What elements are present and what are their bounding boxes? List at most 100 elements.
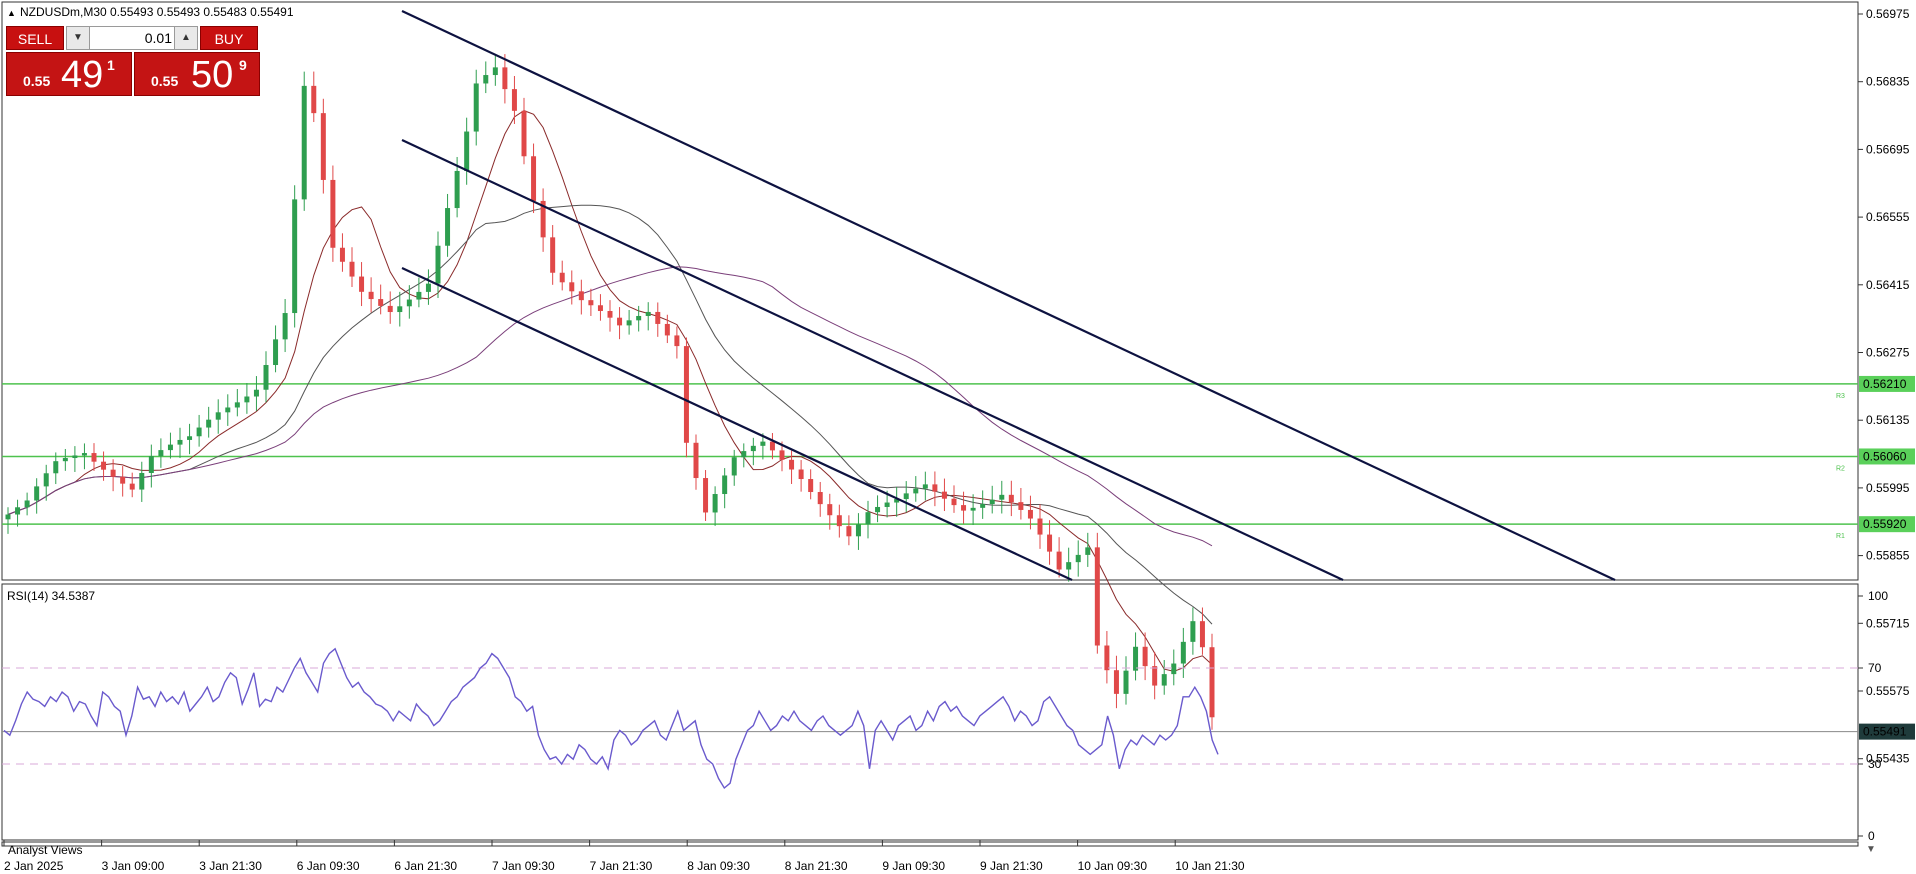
collapse-triangle-icon[interactable]: ▲ <box>7 8 16 18</box>
candle-body <box>43 473 49 487</box>
buy-price-prefix: 0.55 <box>151 73 179 89</box>
candle-body <box>798 469 804 480</box>
candle-body <box>225 407 231 413</box>
sell-price-box[interactable]: 0.55 49 1 <box>6 52 132 96</box>
candle-body <box>559 272 565 283</box>
candle-body <box>865 512 871 525</box>
candle-body <box>311 85 317 114</box>
y-tick-label: 0.55995 <box>1866 481 1910 495</box>
candle-body <box>703 478 709 513</box>
lot-size-input[interactable] <box>90 27 176 49</box>
candle-body <box>683 346 689 443</box>
candle-body <box>234 402 240 408</box>
rsi-panel <box>1 583 1859 841</box>
pivot-level-label: 0.56060 <box>1863 449 1907 463</box>
candle-body <box>961 505 967 511</box>
lot-stepper[interactable]: ▼ ▲ <box>66 26 198 50</box>
x-tick-label: 10 Jan 09:30 <box>1078 859 1148 873</box>
candle-body <box>588 300 594 306</box>
x-tick-label: 9 Jan 09:30 <box>882 859 945 873</box>
lot-increase-icon[interactable]: ▲ <box>174 27 197 49</box>
x-tick-label: 3 Jan 09:00 <box>102 859 165 873</box>
candle-body <box>789 459 795 470</box>
candle-body <box>731 457 737 476</box>
candle-body <box>1018 502 1024 510</box>
candle-body <box>435 245 441 284</box>
candle-body <box>464 131 470 171</box>
candle-body <box>1171 663 1177 675</box>
candle-body <box>15 507 21 515</box>
candle-body <box>846 526 852 537</box>
current-price-label: 0.55491 <box>1863 725 1907 739</box>
analyst-strip <box>1 841 1859 847</box>
sell-button[interactable]: SELL <box>6 26 64 50</box>
candle-body <box>167 444 173 451</box>
buy-button[interactable]: BUY <box>200 26 258 50</box>
rsi-tick-label: 0 <box>1868 829 1875 843</box>
rsi-tick-label: 70 <box>1868 661 1882 675</box>
candle-body <box>1075 554 1081 563</box>
y-tick-label: 0.56975 <box>1866 7 1910 21</box>
candle-body <box>980 504 986 508</box>
candle-body <box>196 427 202 437</box>
candle-body <box>263 365 269 390</box>
candle-body <box>397 306 403 313</box>
candle-body <box>817 492 823 505</box>
lot-decrease-icon[interactable]: ▼ <box>67 27 90 49</box>
candle-body <box>951 498 957 506</box>
candle-body <box>244 396 250 403</box>
candle-body <box>62 458 68 462</box>
x-tick-label: 10 Jan 21:30 <box>1175 859 1245 873</box>
price-panel <box>1 1 1859 581</box>
candle-body <box>473 83 479 132</box>
candle-body <box>827 504 833 516</box>
candle-body <box>750 445 756 452</box>
candle-body <box>492 67 498 76</box>
candle-body <box>81 453 87 456</box>
candle-body <box>569 282 575 292</box>
pivot-level-tag-text: R1 <box>1836 533 1845 540</box>
candle-body <box>483 75 489 84</box>
scroll-down-icon[interactable]: ▼ <box>1866 844 1876 855</box>
pivot-level-tag-text: R2 <box>1836 465 1845 472</box>
candle-body <box>521 110 527 157</box>
sell-price-prefix: 0.55 <box>23 73 51 89</box>
candle-body <box>722 475 728 495</box>
candle-body <box>903 493 909 500</box>
candle-body <box>1209 647 1215 718</box>
candle-body <box>1066 562 1072 570</box>
y-tick-label: 0.56415 <box>1866 278 1910 292</box>
trading-chart[interactable]: 0.56210R30.56060R20.55920R10.55491 10070… <box>0 0 1916 874</box>
candle-body <box>253 389 259 397</box>
y-tick-label: 0.56695 <box>1866 142 1910 156</box>
y-tick-label: 0.56275 <box>1866 346 1910 360</box>
candle-body <box>339 247 345 262</box>
candle-body <box>425 283 431 292</box>
x-tick-label: 9 Jan 21:30 <box>980 859 1043 873</box>
candle-body <box>1094 547 1100 646</box>
candle-body <box>597 305 603 312</box>
candle-body <box>368 291 374 300</box>
y-tick-label: 0.55575 <box>1866 684 1910 698</box>
buy-price-pip: 9 <box>239 57 247 73</box>
candle-body <box>760 441 766 446</box>
candle-body <box>91 453 97 462</box>
x-tick-label: 8 Jan 09:30 <box>687 859 750 873</box>
candle-body <box>578 291 584 301</box>
x-tick-label: 7 Jan 21:30 <box>590 859 653 873</box>
candle-body <box>941 491 947 499</box>
candle-body <box>779 450 785 460</box>
y-tick-label: 0.55435 <box>1866 752 1910 766</box>
buy-price-box[interactable]: 0.55 50 9 <box>134 52 260 96</box>
candle-body <box>550 237 556 273</box>
candle-body <box>139 472 145 490</box>
candle-body <box>34 486 40 501</box>
candle-body <box>349 261 355 277</box>
candle-body <box>636 315 642 321</box>
rsi-label: RSI(14) 34.5387 <box>7 589 95 603</box>
candle-body <box>387 305 393 313</box>
candle-body <box>741 451 747 458</box>
candle-body <box>330 179 336 248</box>
candle-body <box>1113 670 1119 694</box>
candle-body <box>1047 534 1053 552</box>
